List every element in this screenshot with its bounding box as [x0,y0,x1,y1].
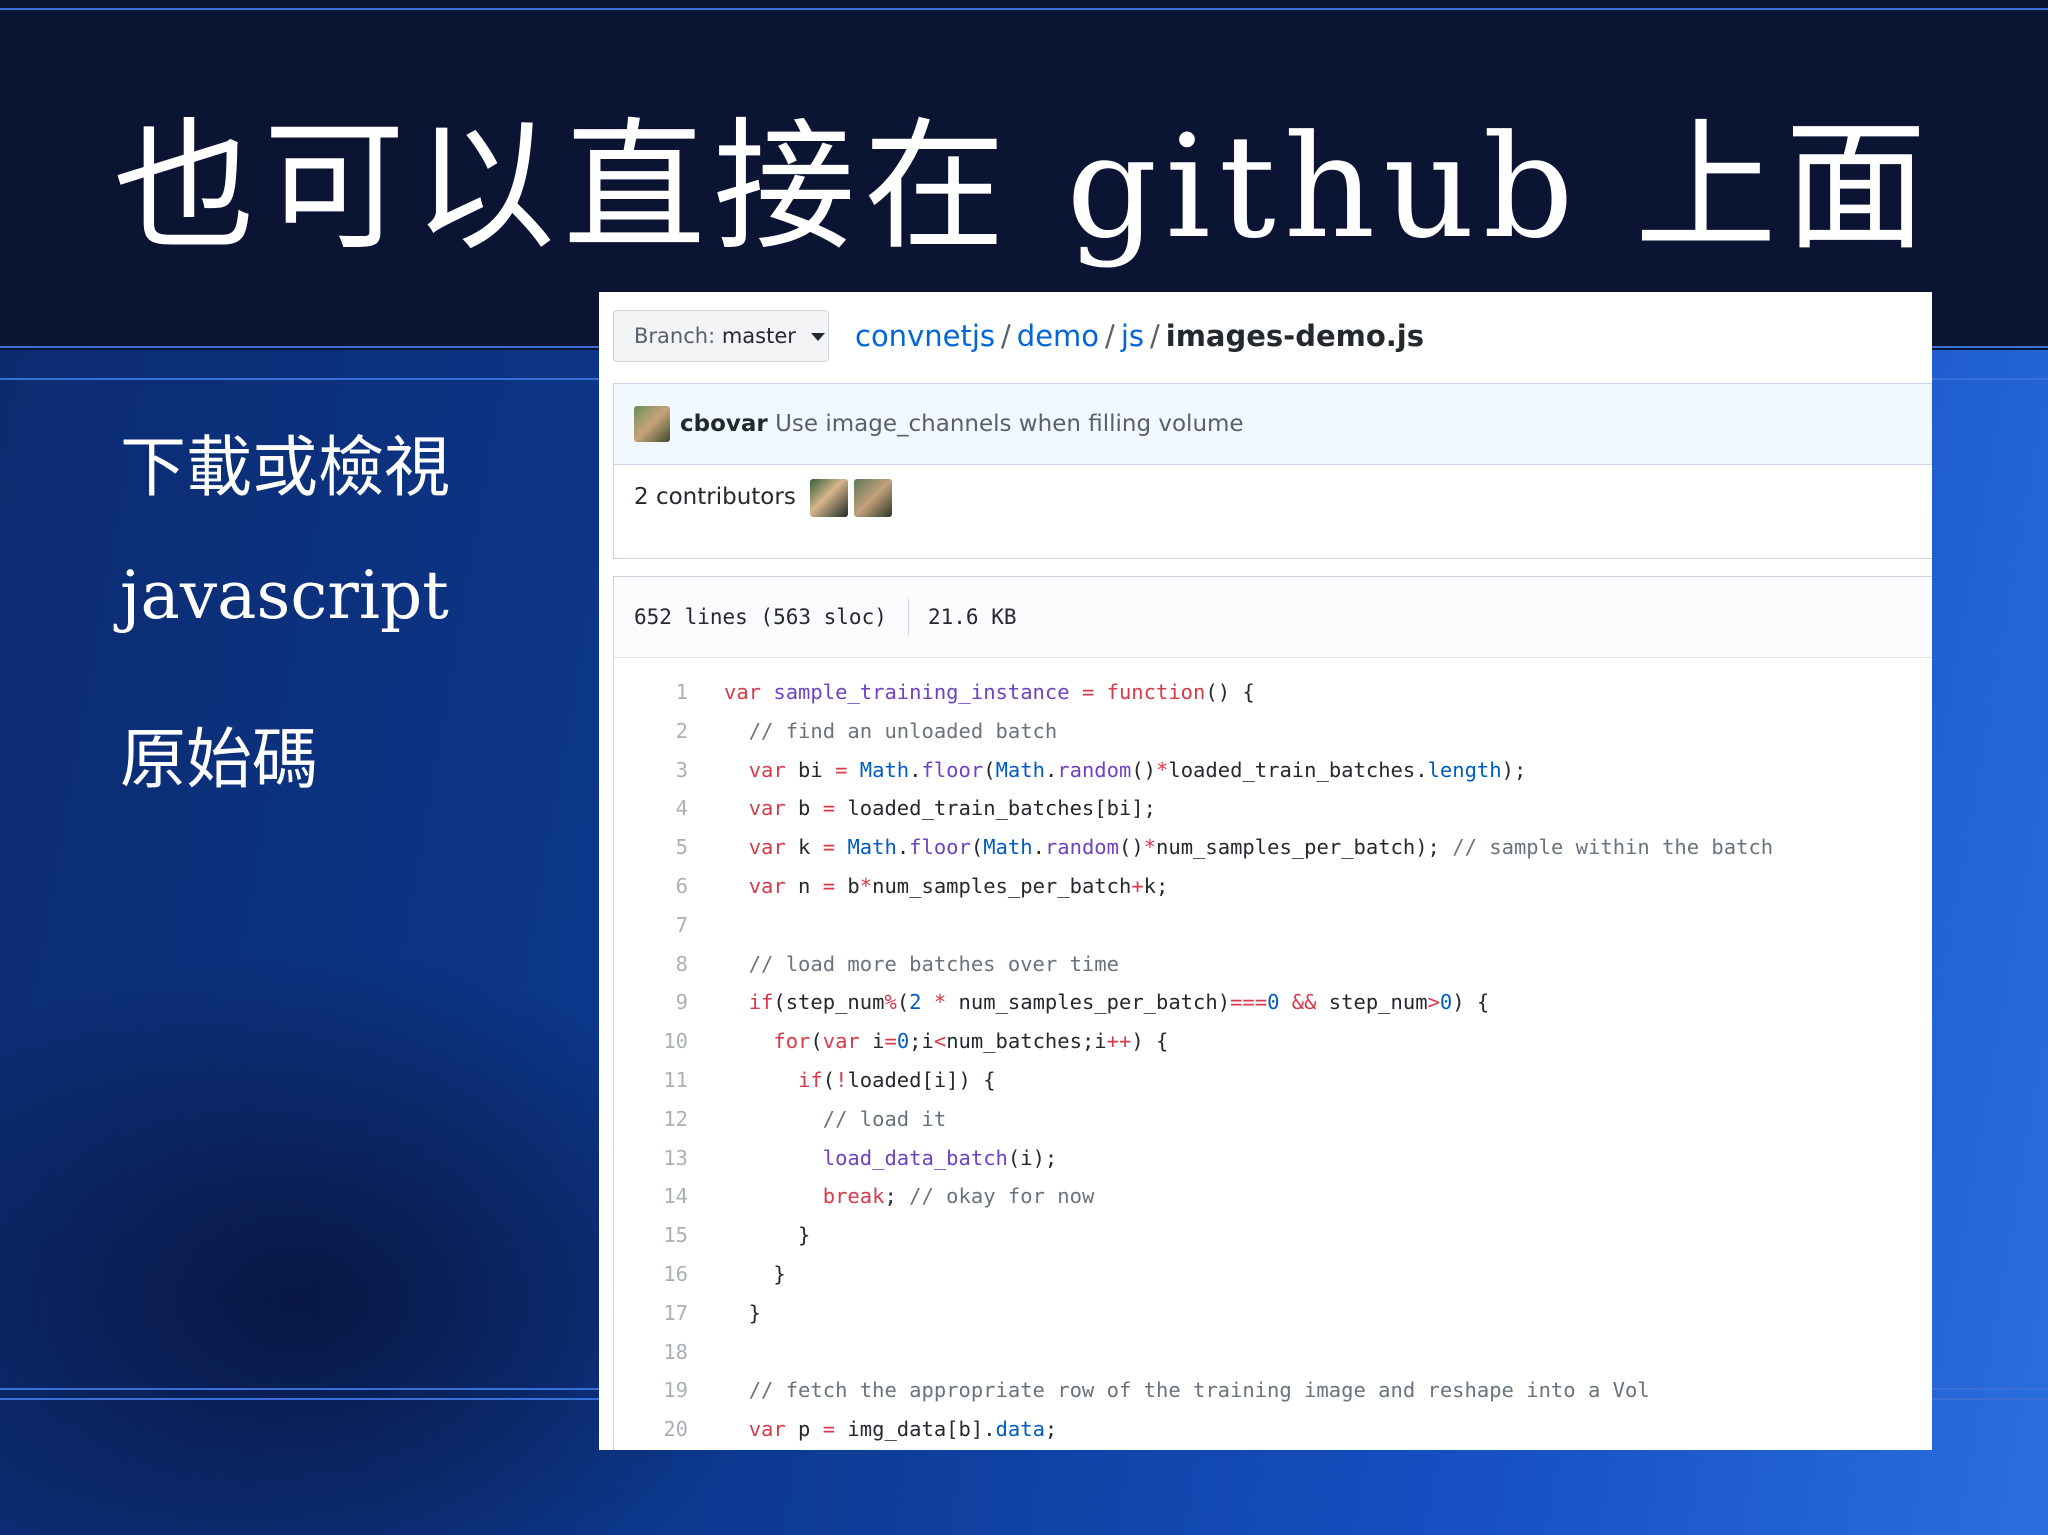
line-number[interactable]: 2 [614,712,688,751]
code-line: 2 // find an unloaded batch [614,712,1932,751]
breadcrumb-repo-link[interactable]: convnetjs [855,319,995,353]
breadcrumb-separator: / [1149,319,1160,353]
commit-message-link[interactable]: Use image_channels when filling volume [775,411,1244,437]
code-line: 1 var sample_training_instance = function… [614,673,1932,712]
breadcrumb-separator: / [1001,319,1011,353]
code-text: var x = new convnetjs.Vol(image_dimensio… [724,1449,1711,1450]
slide-title: 也可以直接在 github 上面 [113,105,1935,270]
code-line: 19 // fetch the appropriate row of the t… [614,1371,1932,1410]
code-container: 652 lines (563 sloc) 21.6 KB 1 var sample… [613,576,1932,1450]
code-line: 12 // load it [614,1100,1932,1139]
branch-value: master [721,324,796,348]
line-number[interactable]: 20 [614,1410,688,1449]
line-number[interactable]: 10 [614,1022,688,1061]
code-listing: 1 var sample_training_instance = function… [614,673,1932,1450]
line-number[interactable]: 19 [614,1371,688,1410]
code-line: 15 } [614,1216,1932,1255]
line-number[interactable]: 1 [614,673,688,712]
code-text: } [724,1261,786,1286]
code-line: 13 load_data_batch(i); [614,1139,1932,1178]
code-line: 10 for(var i=0;i<num_batches;i++) { [614,1022,1932,1061]
code-line: 17 } [614,1294,1932,1333]
line-number[interactable]: 3 [614,751,688,790]
code-line: 9 if(step_num%(2 * num_samples_per_batch… [614,983,1932,1022]
line-number[interactable]: 21 [614,1449,688,1450]
code-text: var p = img_data[b].data; [748,1417,1058,1442]
line-number[interactable]: 13 [614,1139,688,1178]
latest-commit-box: cbovar Use image_channels when filling v… [613,383,1932,559]
code-text: var bi = Math.floor(Math.random()*loaded… [748,757,1527,782]
breadcrumb-file-name: images-demo.js [1165,319,1425,353]
code-line: 16 } [614,1255,1932,1294]
code-line: 8 // load more batches over time [614,945,1932,984]
code-line: 7 [614,906,1932,945]
code-text: var sample_training_instance = function(… [724,680,1255,704]
code-text: if(!loaded[i]) { [798,1067,996,1092]
breadcrumb: convnetjs / demo / js / images-demo.js [855,310,1424,362]
top-rule [0,8,2048,10]
code-text: var b = loaded_train_batches[bi]; [748,796,1156,821]
line-number[interactable]: 6 [614,867,688,906]
code-line: 14 break; // okay for now [614,1177,1932,1216]
line-number[interactable]: 9 [614,983,688,1022]
code-line: 18 [614,1333,1932,1372]
divider [908,599,909,635]
branch-select-button[interactable]: Branch: master [613,310,829,362]
line-number[interactable]: 8 [614,945,688,984]
breadcrumb-js-link[interactable]: js [1121,319,1144,353]
code-line: 5 var k = Math.floor(Math.random()*num_s… [614,828,1932,867]
avatar[interactable] [634,406,670,442]
code-line: 11 if(!loaded[i]) { [614,1061,1932,1100]
line-number[interactable]: 7 [614,906,688,945]
line-number[interactable]: 16 [614,1255,688,1294]
code-text: } [724,1223,811,1248]
code-text: // fetch the appropriate row of the trai… [748,1378,1650,1403]
code-line: 3 var bi = Math.floor(Math.random()*load… [614,751,1932,790]
contributors-row: 2 contributors [614,465,1932,559]
line-number[interactable]: 12 [614,1100,688,1139]
branch-label: Branch: [634,324,716,348]
code-text: var k = Math.floor(Math.random()*num_sam… [748,835,1774,860]
code-line: 20 var p = img_data[b].data; [614,1410,1932,1449]
code-line: 4 var b = loaded_train_batches[bi]; [614,789,1932,828]
code-text: load_data_batch(i); [822,1145,1058,1170]
bullet-download-view: 下載或檢視 [120,429,450,506]
contributor-avatar[interactable] [810,479,848,517]
code-text: if(step_num%(2 * num_samples_per_batch)=… [748,990,1490,1015]
contributor-avatar[interactable] [854,479,892,517]
line-number[interactable]: 14 [614,1177,688,1216]
code-line: 21 var x = new convnetjs.Vol(image_dimen… [614,1449,1932,1450]
line-number[interactable]: 5 [614,828,688,867]
code-text: for(var i=0;i<num_batches;i++) { [773,1029,1169,1054]
contributors-count[interactable]: 2 contributors [634,465,796,529]
commit-row: cbovar Use image_channels when filling v… [614,384,1932,465]
file-size: 21.6 KB [928,605,1017,629]
file-line-count: 652 lines (563 sloc) [634,605,887,629]
breadcrumb-separator: / [1105,319,1115,353]
code-line: 6 var n = b*num_samples_per_batch+k; [614,867,1932,906]
code-text: var n = b*num_samples_per_batch+k; [748,873,1169,898]
caret-down-icon [810,333,825,341]
breadcrumb-demo-link[interactable]: demo [1017,319,1099,353]
code-text: } [724,1300,762,1325]
line-number[interactable]: 17 [614,1294,688,1333]
line-number[interactable]: 18 [614,1333,688,1372]
line-number[interactable]: 11 [614,1061,688,1100]
line-number[interactable]: 4 [614,789,688,828]
code-text: break; // okay for now [822,1184,1095,1209]
github-file-view: Branch: master convnetjs / demo / js / images-… [599,292,1932,1450]
code-text: // load more batches over time [748,951,1119,976]
bullet-source-code: 原始碼 [120,721,318,798]
bullet-javascript: javascript [120,557,449,634]
commit-author-link[interactable]: cbovar [680,411,768,437]
line-number[interactable]: 15 [614,1216,688,1255]
slide: 也可以直接在 github 上面 下載或檢視 javascript 原始碼 Br… [0,0,2048,1535]
code-text: // load it [822,1106,947,1131]
file-header: 652 lines (563 sloc) 21.6 KB [614,577,1932,658]
commit-text: cbovar Use image_channels when filling v… [680,384,1244,464]
code-text: // find an unloaded batch [748,718,1058,743]
